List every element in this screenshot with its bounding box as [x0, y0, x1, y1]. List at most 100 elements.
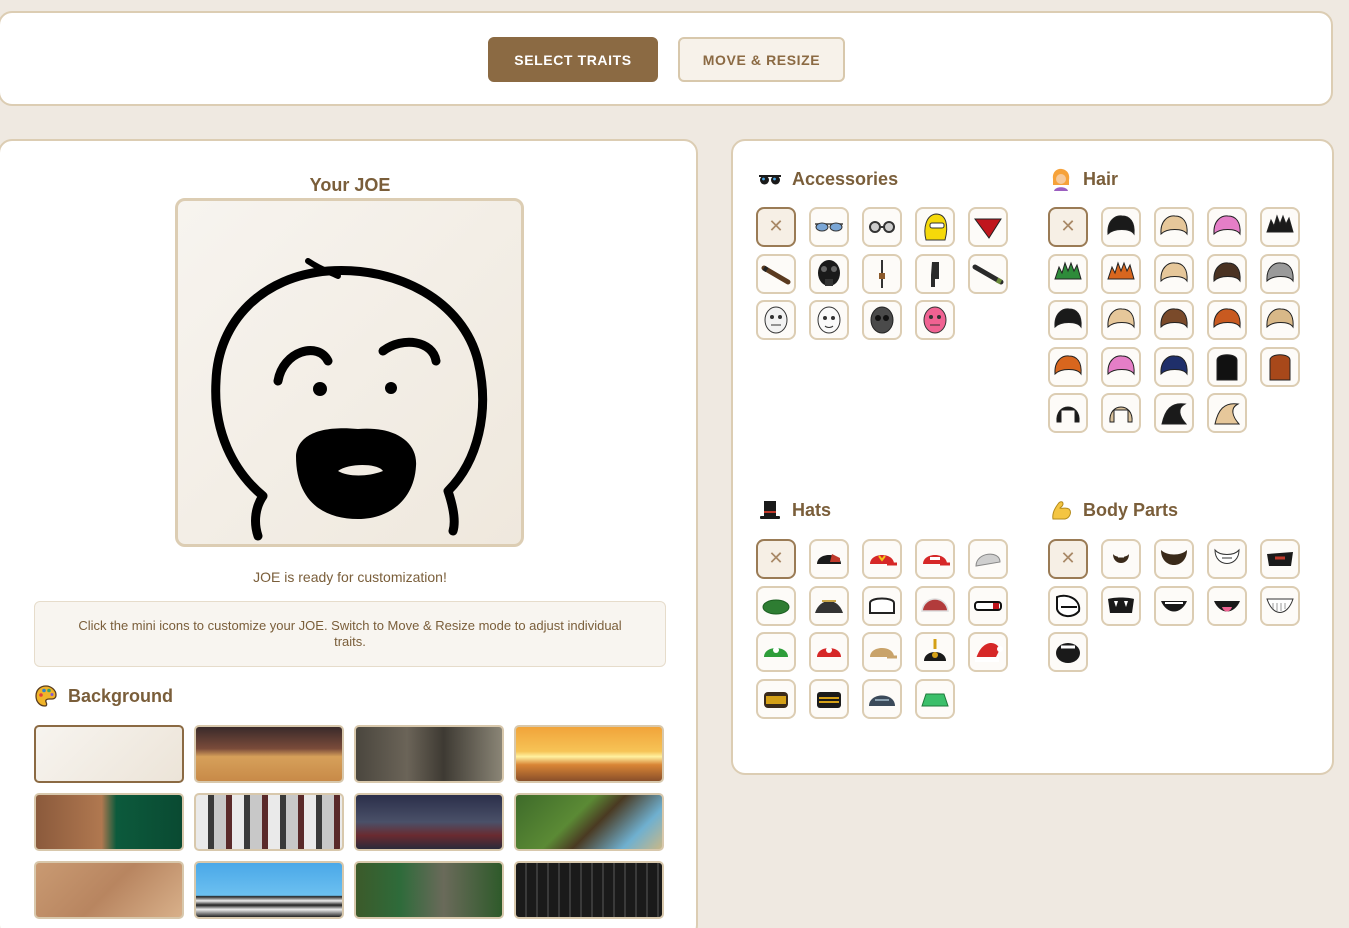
hat-trait-red-bandana-hat[interactable] — [915, 585, 955, 626]
accessory-trait-mask-pink[interactable] — [915, 300, 955, 340]
body-trait-tongue[interactable] — [1207, 585, 1247, 626]
accessory-trait-none[interactable]: ✕ — [756, 207, 796, 247]
hair-trait-orange-spiky[interactable] — [1101, 253, 1141, 294]
hat-trait-green-beret[interactable] — [756, 585, 796, 626]
body-trait-troll-face[interactable] — [1048, 585, 1088, 626]
fangs-icon — [1108, 597, 1134, 613]
hat-trait-mcdonalds-cap[interactable] — [862, 539, 902, 579]
hair-trait-none[interactable]: ✕ — [1048, 207, 1088, 247]
background-tile-basketball-court[interactable] — [194, 725, 344, 783]
hat-trait-white-cap[interactable] — [862, 585, 902, 626]
body-trait-fangs[interactable] — [1101, 585, 1141, 626]
body-trait-none[interactable]: ✕ — [1048, 539, 1088, 579]
blonde-flat-icon — [1266, 308, 1294, 329]
hair-trait-pink-flat[interactable] — [1101, 346, 1141, 387]
hair-trait-black-short[interactable] — [1101, 207, 1141, 247]
accessory-trait-mask-grey[interactable] — [862, 300, 902, 340]
hair-trait-black-bob[interactable] — [1048, 393, 1088, 433]
hat-trait-maga-cap[interactable] — [915, 539, 955, 579]
hair-trait-brown-swept[interactable] — [1207, 253, 1247, 294]
hat-trait-navy-ushanka[interactable] — [862, 678, 902, 719]
background-tile-plain[interactable] — [34, 725, 184, 783]
orange-flat-icon — [1054, 354, 1082, 375]
background-tile-de-dust[interactable] — [34, 861, 184, 919]
mode-toolbar: SELECT TRAITS MOVE & RESIZE — [0, 11, 1333, 106]
grin-icon — [1161, 600, 1187, 611]
hat-trait-mario-cap[interactable] — [809, 632, 849, 672]
gas-mask-icon — [818, 259, 840, 286]
hair-trait-brown-messy[interactable] — [1154, 300, 1194, 340]
accessory-trait-yellow-balaclava[interactable] — [915, 207, 955, 247]
accessory-trait-aviator-sunglasses[interactable] — [809, 207, 849, 247]
select-traits-button[interactable]: SELECT TRAITS — [488, 37, 658, 82]
background-tile-minecraft[interactable] — [514, 793, 664, 851]
background-tile-sunset[interactable] — [514, 725, 664, 783]
accessory-trait-round-glasses[interactable] — [862, 207, 902, 247]
hair-trait-blue-flat[interactable] — [1154, 346, 1194, 387]
body-trait-white-beard[interactable] — [1207, 539, 1247, 579]
accessory-trait-ak47[interactable] — [862, 253, 902, 294]
body-trait-teeth-grin[interactable] — [1260, 585, 1300, 626]
joe-preview-canvas[interactable] — [175, 198, 524, 547]
hat-trait-black-cap[interactable] — [809, 539, 849, 579]
hair-trait-black-spiky[interactable] — [1260, 207, 1300, 247]
hat-trait-none[interactable]: ✕ — [756, 539, 796, 579]
accessory-trait-gas-mask[interactable] — [809, 253, 849, 294]
accessory-trait-mask-white-2[interactable] — [809, 300, 849, 340]
hair-trait-auburn-long[interactable] — [1260, 346, 1300, 387]
hair-trait-pink-short[interactable] — [1207, 207, 1247, 247]
background-tile-mario-castle[interactable] — [194, 861, 344, 919]
hat-trait-santa-hat[interactable] — [968, 632, 1008, 672]
accessory-trait-cigar[interactable] — [756, 253, 796, 294]
hair-trait-blonde-quiff[interactable] — [1207, 393, 1247, 433]
background-tile-rolex-store[interactable] — [34, 793, 184, 851]
hair-trait-blonde-short[interactable] — [1154, 207, 1194, 247]
black-short-icon — [1107, 215, 1135, 236]
background-tile-jail-cell[interactable] — [514, 861, 664, 919]
body-trait-angry-mouth[interactable] — [1260, 539, 1300, 579]
body-trait-open-mouth[interactable] — [1048, 632, 1088, 672]
hair-trait-orange-flat[interactable] — [1048, 346, 1088, 387]
grey-swept-icon — [1266, 261, 1294, 282]
black-spiky-icon — [1266, 214, 1294, 233]
hair-trait-black-bowl[interactable] — [1048, 300, 1088, 340]
mario-cap-icon — [817, 647, 841, 657]
hat-trait-luigi-cap[interactable] — [756, 632, 796, 672]
hat-trait-police-cap[interactable] — [862, 632, 902, 672]
accessory-trait-mask-white-1[interactable] — [756, 300, 796, 340]
hat-trait-grey-beanie[interactable] — [968, 539, 1008, 579]
background-tile-clothing-store[interactable] — [194, 793, 344, 851]
hair-trait-blonde-messy[interactable] — [1101, 300, 1141, 340]
hat-trait-gold-crown-hat[interactable] — [809, 678, 849, 719]
body-parts-section-title: Body Parts — [1049, 498, 1178, 522]
hair-trait-green-mohawk[interactable] — [1048, 253, 1088, 294]
background-tile-street-shop[interactable] — [354, 793, 504, 851]
body-trait-grin[interactable] — [1154, 585, 1194, 626]
hat-trait-ski-goggles[interactable] — [968, 585, 1008, 626]
hair-trait-blonde-swept[interactable] — [1154, 253, 1194, 294]
hair-trait-blonde-flat[interactable] — [1260, 300, 1300, 340]
hair-trait-grey-swept[interactable] — [1260, 253, 1300, 294]
angry-mouth-icon — [1267, 552, 1293, 566]
black-quiff-icon — [1161, 403, 1188, 425]
remove-trait-icon: ✕ — [1060, 548, 1076, 569]
move-resize-button[interactable]: MOVE & RESIZE — [678, 37, 845, 82]
hat-trait-green-bucket[interactable] — [915, 678, 955, 719]
hair-trait-black-quiff[interactable] — [1154, 393, 1194, 433]
accessory-trait-cigarette[interactable] — [968, 253, 1008, 294]
body-trait-goatee[interactable] — [1101, 539, 1141, 579]
hat-trait-pickelhaube[interactable] — [915, 632, 955, 672]
hair-trait-black-long[interactable] — [1207, 346, 1247, 387]
accessory-trait-red-bandana[interactable] — [968, 207, 1008, 247]
hair-trait-ginger-messy[interactable] — [1207, 300, 1247, 340]
flexed-bicep-icon — [1052, 501, 1071, 520]
remove-trait-icon: ✕ — [1060, 216, 1076, 237]
body-trait-full-beard[interactable] — [1154, 539, 1194, 579]
hair-trait-blonde-bob[interactable] — [1101, 393, 1141, 433]
hat-trait-bicorne[interactable] — [809, 585, 849, 626]
accessory-trait-pistol[interactable] — [915, 253, 955, 294]
hat-trait-gold-ushanka[interactable] — [756, 678, 796, 719]
pink-short-icon — [1213, 215, 1241, 236]
background-tile-restroom[interactable] — [354, 725, 504, 783]
background-tile-gang-street[interactable] — [354, 861, 504, 919]
